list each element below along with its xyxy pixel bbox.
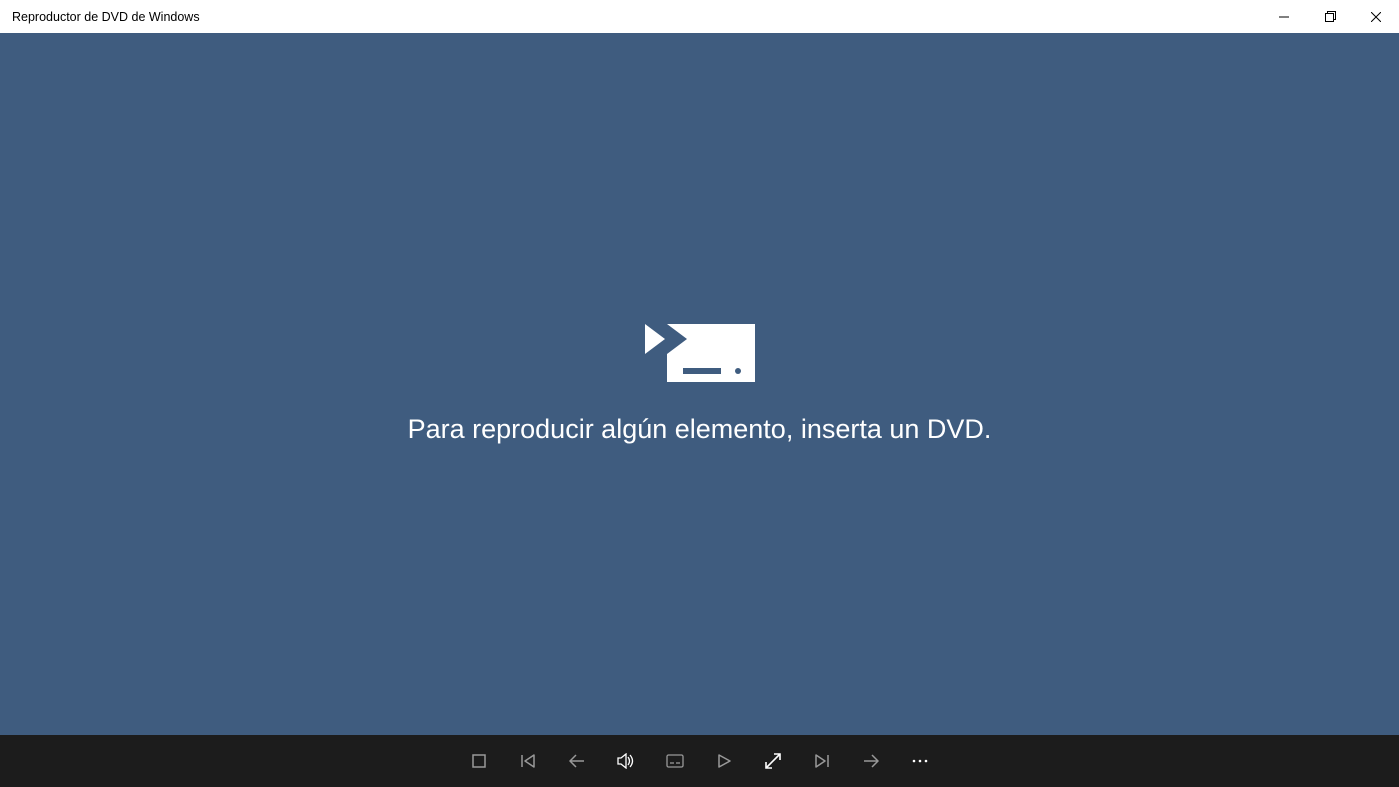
play-button[interactable] xyxy=(714,751,734,771)
window-title: Reproductor de DVD de Windows xyxy=(12,10,200,24)
maximize-icon xyxy=(1325,11,1336,22)
close-icon xyxy=(1371,12,1381,22)
fullscreen-icon xyxy=(765,753,781,769)
previous-icon xyxy=(521,754,535,768)
insert-dvd-message: Para reproducir algún elemento, inserta … xyxy=(408,414,992,445)
forward-button[interactable] xyxy=(861,751,881,771)
minimize-button[interactable] xyxy=(1261,0,1307,33)
back-arrow-icon xyxy=(569,754,585,768)
more-button[interactable] xyxy=(910,751,930,771)
stop-button[interactable] xyxy=(469,751,489,771)
volume-icon xyxy=(617,753,635,769)
window-controls xyxy=(1261,0,1399,33)
play-icon xyxy=(717,754,731,768)
forward-arrow-icon xyxy=(863,754,879,768)
dvd-drive-icon xyxy=(645,324,755,382)
next-icon xyxy=(815,754,829,768)
subtitles-icon xyxy=(666,754,684,768)
maximize-button[interactable] xyxy=(1307,0,1353,33)
minimize-icon xyxy=(1279,12,1289,22)
subtitles-button[interactable] xyxy=(665,751,685,771)
previous-button[interactable] xyxy=(518,751,538,771)
close-button[interactable] xyxy=(1353,0,1399,33)
more-icon xyxy=(912,758,928,764)
stop-icon xyxy=(472,754,486,768)
playback-controls xyxy=(0,735,1399,787)
next-button[interactable] xyxy=(812,751,832,771)
main-content: Para reproducir algún elemento, inserta … xyxy=(0,33,1399,735)
fullscreen-button[interactable] xyxy=(763,751,783,771)
back-button[interactable] xyxy=(567,751,587,771)
titlebar: Reproductor de DVD de Windows xyxy=(0,0,1399,33)
volume-button[interactable] xyxy=(616,751,636,771)
